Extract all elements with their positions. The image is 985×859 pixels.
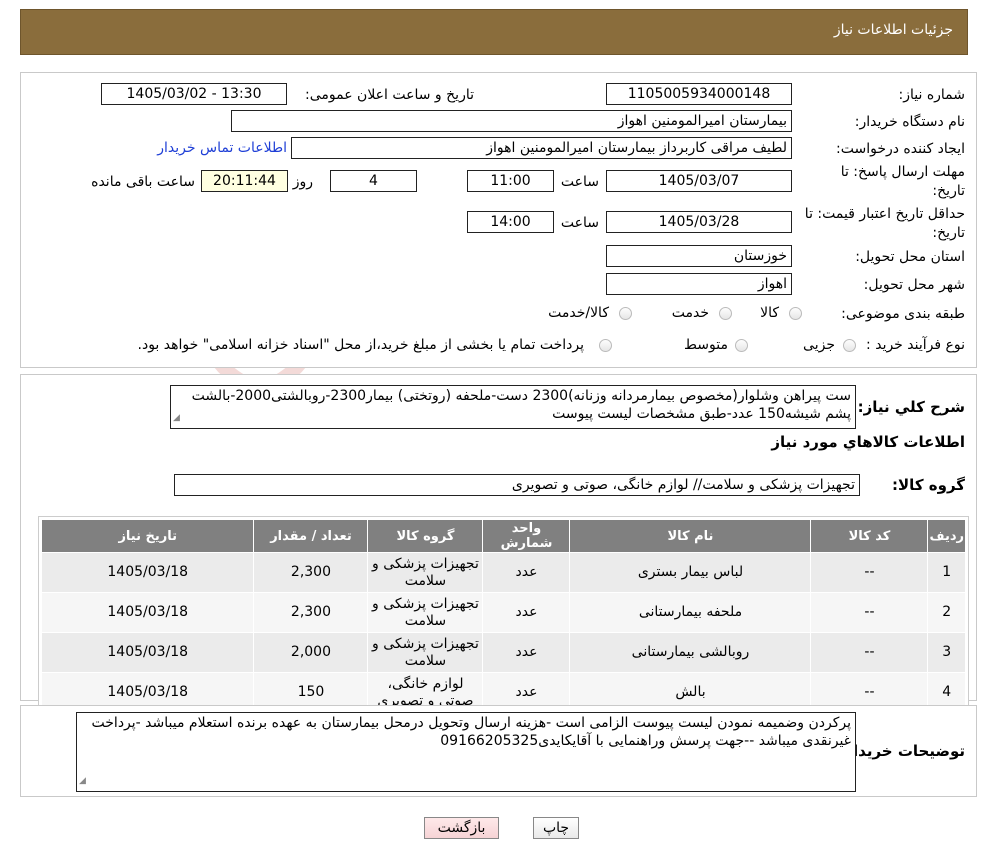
table-row: 2 -- ملحفه بیمارستانی عدد تجهیزات پزشکی … [40, 592, 966, 633]
creator-label: ایجاد کننده درخواست: [836, 141, 965, 157]
goods-group-label: گروه کالا: [892, 476, 965, 494]
price-valid-label: حداقل تاریخ اعتبار قیمت: تا تاریخ: [804, 206, 965, 241]
reply-time-label: ساعت [560, 174, 599, 190]
buyer-contact-link[interactable]: اطلاعات تماس خریدار [157, 140, 287, 156]
table-row: 3 -- روبالشی بیمارستانی عدد تجهیزات پزشک… [40, 632, 966, 673]
summary-textarea[interactable]: ست پیراهن وشلوار(مخصوص بیمارمردانه وزنان… [170, 385, 856, 429]
price-valid-time-field: 14:00 [467, 211, 554, 233]
process-radio-treasury[interactable] [599, 339, 612, 352]
buyer-notes-textarea[interactable]: پرکردن وضمیمه نمودن لیست پیوست الزامی اس… [76, 712, 856, 792]
cell-name: لباس بیمار بستری [569, 552, 812, 593]
resize-grip-icon[interactable]: ◢ [173, 409, 180, 427]
province-label: استان محل تحویل: [855, 249, 965, 265]
category-option-goods-service: کالا/خدمت [548, 305, 609, 321]
page-title: جزئیات اطلاعات نیاز [833, 22, 953, 38]
reply-deadline-label: مهلت ارسال پاسخ: تا تاریخ: [840, 164, 965, 199]
cell-date: 1405/03/18 [40, 592, 255, 633]
cell-code: -- [810, 552, 929, 593]
cell-group: تجهیزات پزشکی و سلامت [367, 632, 484, 673]
category-radio-goods-service[interactable] [619, 307, 632, 320]
cell-unit: عدد [482, 552, 571, 593]
cell-row: 3 [927, 632, 966, 673]
need-number-label: شماره نیاز: [898, 87, 966, 103]
col-code: کد کالا [810, 519, 929, 553]
days-field: 4 [330, 170, 417, 192]
process-note: پرداخت تمام یا بخشی از مبلغ خرید،از محل … [137, 337, 584, 353]
reply-date-field: 1405/03/07 [606, 170, 792, 192]
need-number-field: 1105005934000148 [606, 83, 792, 105]
process-option-minor: جزیی [803, 337, 835, 353]
cell-code: -- [810, 592, 929, 633]
resize-grip-icon[interactable]: ◢ [79, 772, 86, 790]
cell-row: 2 [927, 592, 966, 633]
buyer-field: بیمارستان امیرالمومنین اهواز [231, 110, 792, 132]
process-radio-minor[interactable] [843, 339, 856, 352]
category-radio-goods[interactable] [789, 307, 802, 320]
cell-row: 1 [927, 552, 966, 593]
col-unit: واحد شمارش [482, 519, 571, 553]
process-label: نوع فرآیند خرید : [866, 337, 965, 353]
items-table-frame: ردیف کد کالا نام کالا واحد شمارش گروه کا… [38, 516, 969, 713]
cell-unit: عدد [482, 592, 571, 633]
items-table: ردیف کد کالا نام کالا واحد شمارش گروه کا… [40, 519, 966, 713]
category-radio-service[interactable] [719, 307, 732, 320]
cell-unit: عدد [482, 632, 571, 673]
print-button[interactable]: چاپ [533, 817, 579, 839]
cell-date: 1405/03/18 [40, 632, 255, 673]
creator-field: لطیف مراقی کاربرداز بیمارستان امیرالمومن… [291, 137, 792, 159]
goods-section-title: اطلاعات کالاهاي مورد نياز [771, 433, 965, 451]
cell-code: -- [810, 632, 929, 673]
reply-time-field: 11:00 [467, 170, 554, 192]
category-option-goods: کالا [760, 305, 779, 321]
cell-group: تجهیزات پزشکی و سلامت [367, 592, 484, 633]
back-button[interactable]: بازگشت [424, 817, 499, 839]
goods-group-field: تجهیزات پزشکی و سلامت// لوازم خانگی، صوت… [174, 474, 860, 496]
remaining-time-field: 20:11:44 [201, 170, 288, 192]
page-header: جزئیات اطلاعات نیاز [20, 9, 968, 55]
cell-name: ملحفه بیمارستانی [569, 592, 812, 633]
col-date: تاریخ نیاز [40, 519, 255, 553]
category-option-service: خدمت [671, 305, 709, 321]
process-radio-medium[interactable] [735, 339, 748, 352]
city-label: شهر محل تحویل: [863, 277, 965, 293]
cell-group: تجهیزات پزشکی و سلامت [367, 552, 484, 593]
cell-date: 1405/03/18 [40, 552, 255, 593]
remaining-label: ساعت باقی مانده [91, 174, 195, 190]
announce-field: 1405/03/02 - 13:30 [101, 83, 287, 105]
cell-qty: 2,300 [253, 592, 369, 633]
cell-name: روبالشی بیمارستانی [569, 632, 812, 673]
process-option-medium: متوسط [684, 337, 728, 353]
city-field: اهواز [606, 273, 792, 295]
summary-label: شرح کلي نياز: [857, 398, 965, 416]
price-valid-date-field: 1405/03/28 [606, 211, 792, 233]
price-valid-time-label: ساعت [560, 215, 599, 231]
buyer-notes-label: توضیحات خریدار: [838, 742, 965, 760]
table-header-row: ردیف کد کالا نام کالا واحد شمارش گروه کا… [40, 519, 966, 553]
cell-qty: 2,300 [253, 552, 369, 593]
cell-qty: 2,000 [253, 632, 369, 673]
buyer-label: نام دستگاه خریدار: [854, 114, 965, 130]
summary-text: ست پیراهن وشلوار(مخصوص بیمارمردانه وزنان… [191, 388, 851, 422]
announce-label: تاریخ و ساعت اعلان عمومی: [305, 87, 474, 103]
col-qty: تعداد / مقدار [253, 519, 369, 553]
col-row: ردیف [927, 519, 966, 553]
col-name: نام کالا [569, 519, 812, 553]
buyer-notes-text: پرکردن وضمیمه نمودن لیست پیوست الزامی اس… [91, 715, 851, 749]
category-label: طبقه بندی موضوعی: [841, 306, 965, 322]
table-row: 1 -- لباس بیمار بستری عدد تجهیزات پزشکی … [40, 552, 966, 593]
col-group: گروه کالا [367, 519, 484, 553]
province-field: خوزستان [606, 245, 792, 267]
